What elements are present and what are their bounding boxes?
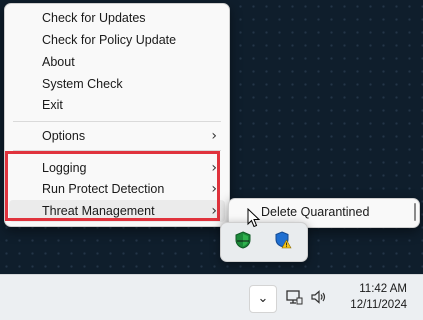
- menu-item-label: Check for Updates: [42, 11, 146, 25]
- system-clock[interactable]: 11:42 AM 12/11/2024: [350, 281, 407, 313]
- menu-item-label: Options: [42, 129, 86, 143]
- menu-item-threat-management[interactable]: Threat Management ›: [9, 200, 225, 222]
- tray-overflow-popup: [220, 222, 308, 262]
- chevron-right-icon: ›: [211, 128, 217, 144]
- taskbar: ⌄ 11:42 AM 12/11/2024: [0, 274, 423, 320]
- mouse-cursor-icon: [247, 207, 261, 228]
- menu-item-logging[interactable]: Logging ›: [9, 157, 225, 179]
- green-shield-icon[interactable]: [234, 231, 252, 249]
- network-icon[interactable]: [285, 288, 303, 306]
- menu-item-label: Exit: [42, 98, 63, 112]
- menu-item-label: Threat Management: [42, 204, 155, 218]
- menu-separator: [13, 150, 221, 151]
- menu-separator: [13, 121, 221, 122]
- menu-item-check-for-policy-update[interactable]: Check for Policy Update: [9, 29, 225, 51]
- menu-item-label: Run Protect Detection: [42, 182, 165, 196]
- menu-item-run-protect-detection[interactable]: Run Protect Detection ›: [9, 178, 225, 200]
- menu-item-label: System Check: [42, 77, 123, 91]
- context-menu: Check for Updates Check for Policy Updat…: [4, 3, 230, 227]
- submenu-item-label: Delete Quarantined: [261, 205, 370, 219]
- chevron-right-icon: ›: [211, 181, 217, 197]
- blue-shield-warning-icon[interactable]: [274, 231, 292, 249]
- menu-item-label: Logging: [42, 161, 87, 175]
- menu-item-system-check[interactable]: System Check: [9, 73, 225, 95]
- clock-time: 11:42 AM: [359, 283, 407, 295]
- chevron-right-icon: ›: [211, 203, 217, 219]
- menu-item-label: About: [42, 55, 75, 69]
- menu-item-options[interactable]: Options ›: [9, 125, 225, 147]
- menu-item-label: Check for Policy Update: [42, 33, 177, 47]
- show-hidden-icons-button[interactable]: ⌄: [249, 285, 277, 313]
- clock-date: 12/11/2024: [350, 299, 407, 311]
- menu-item-exit[interactable]: Exit: [9, 94, 225, 116]
- menu-item-check-for-updates[interactable]: Check for Updates: [9, 7, 225, 29]
- volume-icon[interactable]: [310, 288, 328, 306]
- chevron-right-icon: ›: [211, 160, 217, 176]
- menu-item-about[interactable]: About: [9, 51, 225, 73]
- submenu-scrollbar[interactable]: [414, 203, 416, 221]
